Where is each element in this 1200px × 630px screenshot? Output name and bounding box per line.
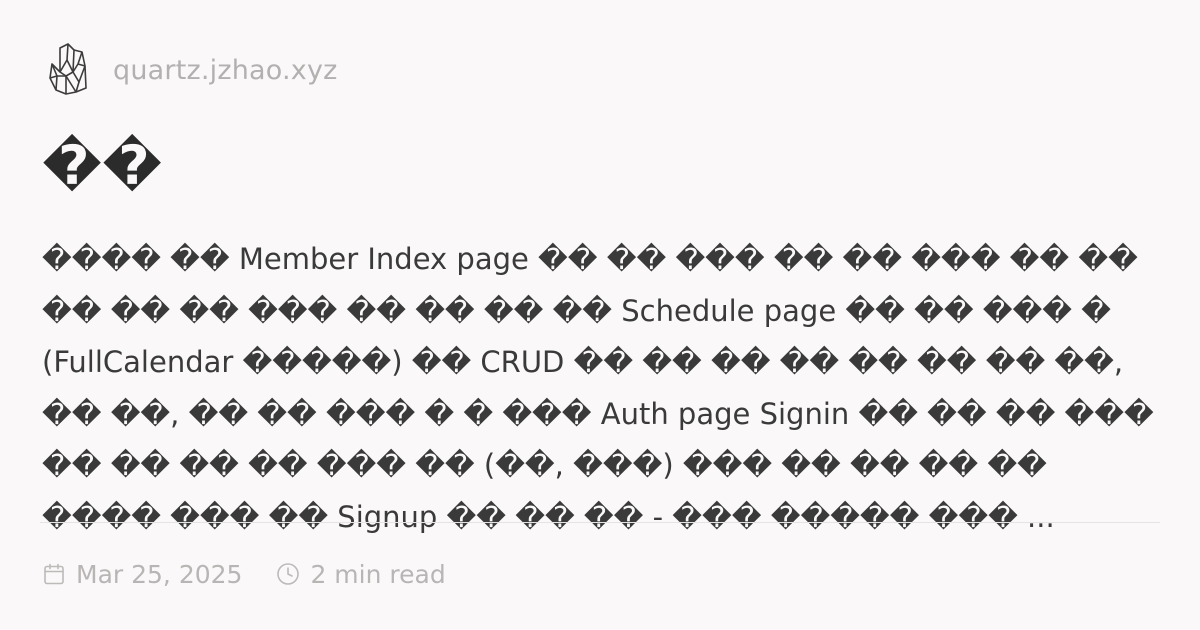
page-description: ���� �� Member Index page �� �� ��� �� �… [42, 242, 1154, 534]
calendar-icon [44, 563, 64, 585]
site-url: quartz.jzhao.xyz [113, 54, 338, 86]
reading-time-text: 2 min read [310, 559, 446, 589]
clock-icon [277, 563, 300, 585]
divider [40, 522, 1160, 523]
reading-time: 2 min read [276, 559, 446, 589]
og-preview-card: quartz.jzhao.xyz �� ���� �� Member Index… [0, 0, 1200, 630]
site-header: quartz.jzhao.xyz [46, 40, 338, 100]
post-date: Mar 25, 2025 [42, 560, 242, 589]
quartz-crystal-icon [49, 43, 87, 95]
post-date-text: Mar 25, 2025 [76, 559, 243, 589]
post-meta: Mar 25, 2025 2 min read [42, 554, 446, 594]
page-title: �� [42, 134, 163, 197]
